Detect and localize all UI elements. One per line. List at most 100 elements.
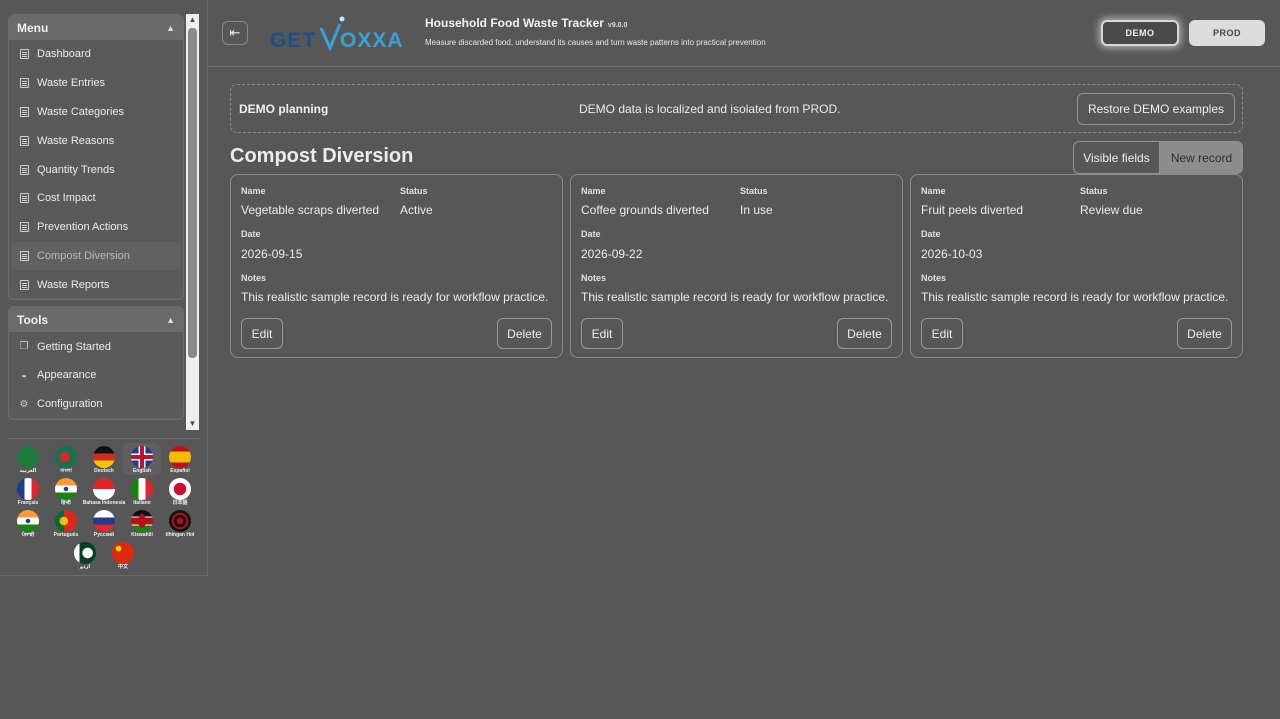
sidebar-item-getting-started[interactable]: ❐ Getting Started: [9, 332, 183, 361]
language-label: Français: [17, 500, 39, 506]
language-option-italy[interactable]: Italiano: [123, 475, 161, 507]
language-option-united-kingdom[interactable]: English: [123, 443, 161, 475]
sidebar-item-appearance[interactable]: ◒ Appearance: [9, 361, 183, 390]
flag-start-icon: ❐: [19, 341, 29, 353]
language-option-india-punjabi[interactable]: ਪੰਜਾਬੀ: [9, 507, 47, 539]
language-option-france[interactable]: Français: [9, 475, 47, 507]
delete-button[interactable]: Delete: [497, 318, 552, 349]
language-option-portugal[interactable]: Português: [47, 507, 85, 539]
sidebar-item-prevention-actions[interactable]: Prevention Actions: [9, 213, 183, 242]
notes-label: Notes: [581, 273, 607, 283]
language-option-kenya[interactable]: Kiswahili: [123, 507, 161, 539]
language-option-indonesia[interactable]: Bahasa Indonesia: [83, 475, 125, 507]
sidebar-item-cost-impact[interactable]: Cost Impact: [9, 184, 183, 213]
prod-env-button[interactable]: PROD: [1189, 20, 1265, 46]
document-icon: [19, 193, 29, 204]
record-name: Fruit peels diverted: [921, 203, 1024, 217]
app-version: v9.0.0: [607, 22, 628, 29]
app-subtitle: Measure discarded food, understand its c…: [425, 38, 766, 47]
language-label: Kiswahili: [131, 532, 153, 538]
sidebar-item-waste-reasons[interactable]: Waste Reasons: [9, 126, 183, 155]
edit-button[interactable]: Edit: [921, 318, 963, 349]
new-record-button[interactable]: New record: [1160, 141, 1243, 174]
language-label: ਪੰਜਾਬੀ: [21, 532, 35, 538]
scroll-up-icon[interactable]: ▲: [186, 14, 199, 26]
document-icon-shape: [19, 193, 29, 204]
record-notes: This realistic sample record is ready fo…: [241, 290, 549, 304]
document-icon: [19, 135, 29, 146]
status-label: Status: [400, 186, 428, 196]
document-icon-shape: [19, 279, 29, 290]
demo-env-button[interactable]: DEMO: [1101, 20, 1179, 46]
document-icon: [19, 222, 29, 233]
sidebar: Menu ▲ Dashboard Waste Entries Waste Categ…: [0, 0, 208, 576]
language-option-bangladesh[interactable]: বাংলা: [47, 443, 85, 475]
date-label: Date: [581, 229, 601, 239]
russia-flag-icon: [93, 510, 115, 532]
notes-label: Notes: [921, 273, 947, 283]
collapse-caret-icon[interactable]: ▲: [166, 23, 175, 33]
sidebar-item-label: Waste Reasons: [37, 134, 115, 147]
name-label: Name: [241, 186, 266, 196]
sidebar-item-label: Waste Categories: [37, 105, 125, 118]
sidebar-item-quantity-trends[interactable]: Quantity Trends: [9, 155, 183, 184]
collapse-caret-icon[interactable]: ▲: [166, 315, 175, 325]
delete-button[interactable]: Delete: [837, 318, 892, 349]
language-option-germany[interactable]: Deutsch: [85, 443, 123, 475]
klingon-flag-icon: [169, 510, 191, 532]
language-label: Español: [170, 468, 190, 474]
language-label: 日本語: [172, 500, 188, 506]
indonesia-flag-icon: [93, 478, 115, 500]
record-date: 2026-09-22: [581, 247, 643, 261]
language-row: اردو 中文: [8, 539, 200, 571]
visible-fields-button[interactable]: Visible fields: [1073, 141, 1160, 174]
japan-flag-icon: [169, 478, 191, 500]
menu-panel-header[interactable]: Menu ▲: [9, 15, 183, 40]
date-label: Date: [921, 229, 941, 239]
sidebar-scrollbar[interactable]: ▲ ▼: [186, 14, 199, 430]
language-label: Italiano: [133, 500, 151, 506]
restore-demo-button[interactable]: Restore DEMO examples: [1076, 93, 1235, 125]
sidebar-item-compost-diversion[interactable]: Compost Diversion: [12, 241, 180, 271]
tools-panel-header[interactable]: Tools ▲: [9, 307, 183, 333]
language-option-klingon[interactable]: tlhIngan Hol: [161, 507, 199, 539]
banner-text: DEMO data is localized and isolated from…: [579, 102, 841, 116]
sidebar-toggle-button[interactable]: ⇤: [222, 21, 248, 45]
sidebar-item-waste-reports[interactable]: Waste Reports: [9, 270, 183, 299]
status-label: Status: [740, 186, 768, 196]
sidebar-item-label: Quantity Trends: [37, 163, 115, 176]
sidebar-item-configuration[interactable]: ⚙ Configuration: [9, 390, 183, 419]
app-title-text: Household Food Waste Tracker: [425, 16, 604, 30]
notes-label: Notes: [241, 273, 267, 283]
language-option-spain[interactable]: Español: [161, 443, 199, 475]
sidebar-item-dashboard[interactable]: Dashboard: [9, 40, 183, 69]
language-option-pakistan[interactable]: اردو: [66, 539, 104, 571]
language-option-russia[interactable]: Русский: [85, 507, 123, 539]
italy-flag-icon: [131, 478, 153, 500]
banner-title: DEMO planning: [239, 102, 329, 116]
record-card: Name Status Coffee grounds diverted In use D…: [570, 174, 903, 358]
language-label: বাংলা: [60, 468, 72, 474]
sidebar-item-label: Waste Entries: [37, 77, 106, 90]
language-option-china[interactable]: 中文: [104, 539, 142, 571]
record-status: In use: [740, 203, 773, 217]
scroll-down-icon[interactable]: ▼: [186, 418, 199, 430]
sidebar-item-label: Waste Reports: [37, 278, 110, 291]
language-option-saudi-arabia[interactable]: العربية: [9, 443, 47, 475]
sidebar-item-label: Cost Impact: [37, 192, 96, 205]
app-header: ⇤ GET OXXA Household Food Waste Tracker v…: [208, 0, 1280, 67]
language-option-india[interactable]: हिन्दी: [47, 475, 85, 507]
scrollbar-thumb[interactable]: [188, 28, 197, 358]
edit-button[interactable]: Edit: [241, 318, 283, 349]
record-name: Coffee grounds diverted: [581, 203, 709, 217]
sidebar-item-waste-categories[interactable]: Waste Categories: [9, 98, 183, 127]
saudi-arabia-flag-icon: [17, 446, 39, 468]
language-option-japan[interactable]: 日本語: [161, 475, 199, 507]
india-punjabi-flag-icon: [17, 510, 39, 532]
sidebar-item-label: Compost Diversion: [37, 249, 130, 262]
delete-button[interactable]: Delete: [1177, 318, 1232, 349]
document-icon-shape: [19, 135, 29, 146]
edit-button[interactable]: Edit: [581, 318, 623, 349]
sidebar-item-waste-entries[interactable]: Waste Entries: [9, 69, 183, 98]
sidebar-item-label: Configuration: [37, 398, 103, 411]
